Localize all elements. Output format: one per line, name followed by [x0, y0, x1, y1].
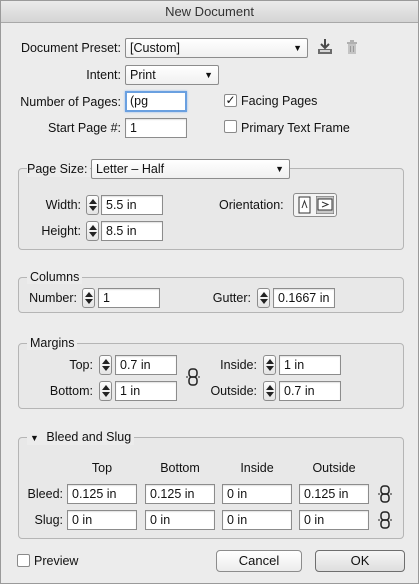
intent-label: Intent: [86, 68, 121, 82]
bleed-label: Bleed: [27, 487, 63, 501]
columns-legend: Columns [27, 270, 83, 284]
start-page-label: Start Page #: [48, 121, 121, 135]
margin-top-label: Top: [69, 358, 93, 372]
window-title: New Document [1, 1, 418, 23]
height-label: Height: [41, 224, 81, 238]
bleed-col-outside: Outside [312, 461, 356, 475]
chevron-down-icon: ▼ [293, 43, 302, 53]
chevron-down-icon: ▼ [204, 70, 213, 80]
save-preset-icon[interactable] [317, 38, 333, 56]
width-stepper[interactable] [86, 195, 99, 215]
column-number-field[interactable]: 1 [98, 288, 160, 308]
intent-value: Print [130, 68, 156, 82]
slug-label: Slug: [34, 513, 64, 527]
margin-inside-field[interactable]: 1 in [279, 355, 341, 375]
chain-link-icon[interactable] [377, 485, 393, 503]
margin-outside-label: Outside: [210, 384, 257, 398]
page-size-dropdown[interactable]: Letter – Half ▼ [91, 159, 290, 179]
width-label: Width: [45, 198, 81, 212]
bleed-outside-field[interactable]: 0.125 in [299, 484, 369, 504]
ok-button[interactable]: OK [315, 550, 405, 572]
facing-pages-label: Facing Pages [241, 94, 318, 108]
slug-outside-field[interactable]: 0 in [299, 510, 369, 530]
gutter-field[interactable]: 0.1667 in [273, 288, 335, 308]
bleed-slug-disclosure[interactable]: ▼ Bleed and Slug [27, 430, 135, 445]
margin-bottom-stepper[interactable] [99, 381, 112, 401]
bleed-bottom-field[interactable]: 0.125 in [145, 484, 215, 504]
facing-pages-checkbox[interactable]: ✓ [224, 94, 237, 107]
page-size-value: Letter – Half [96, 162, 165, 176]
chain-link-icon[interactable] [185, 368, 201, 386]
margins-legend: Margins [27, 336, 78, 350]
slug-bottom-field[interactable]: 0 in [145, 510, 215, 530]
preview-label: Preview [34, 554, 79, 568]
disclosure-triangle-icon: ▼ [30, 433, 39, 443]
margin-inside-stepper[interactable] [263, 355, 276, 375]
gutter-stepper[interactable] [257, 288, 270, 308]
margin-bottom-field[interactable]: 1 in [115, 381, 177, 401]
margin-outside-stepper[interactable] [263, 381, 276, 401]
gutter-label: Gutter: [212, 291, 251, 305]
chevron-down-icon: ▼ [275, 164, 284, 174]
new-document-dialog: New Document Document Preset: [Custom] ▼… [0, 0, 419, 584]
primary-text-frame-label: Primary Text Frame [241, 121, 350, 135]
intent-dropdown[interactable]: Print ▼ [125, 65, 219, 85]
chain-link-icon[interactable] [377, 511, 393, 529]
landscape-icon[interactable] [316, 196, 334, 214]
margin-bottom-label: Bottom: [49, 384, 93, 398]
column-number-label: Number: [29, 291, 77, 305]
number-of-pages-label: Number of Pages: [20, 95, 121, 109]
bleed-top-field[interactable]: 0.125 in [67, 484, 137, 504]
bleed-slug-legend: Bleed and Slug [46, 430, 132, 444]
margins-group [18, 343, 404, 409]
document-preset-dropdown[interactable]: [Custom] ▼ [125, 38, 308, 58]
start-page-field[interactable]: 1 [125, 118, 187, 138]
margin-top-stepper[interactable] [99, 355, 112, 375]
portrait-icon[interactable] [296, 196, 313, 214]
primary-text-frame-checkbox[interactable] [224, 120, 237, 133]
delete-preset-icon[interactable] [345, 39, 359, 55]
cancel-button[interactable]: Cancel [216, 550, 302, 572]
column-number-stepper[interactable] [82, 288, 95, 308]
bleed-col-top: Top [91, 461, 113, 475]
preview-checkbox[interactable] [17, 554, 30, 567]
orientation-label: Orientation: [219, 198, 284, 212]
bleed-inside-field[interactable]: 0 in [222, 484, 292, 504]
bleed-col-inside: Inside [240, 461, 274, 475]
page-size-label: Page Size: [27, 161, 91, 177]
margin-outside-field[interactable]: 0.7 in [279, 381, 341, 401]
document-preset-label: Document Preset: [20, 41, 121, 55]
height-field[interactable]: 8.5 in [101, 221, 163, 241]
margin-inside-label: Inside: [220, 358, 257, 372]
height-stepper[interactable] [86, 221, 99, 241]
width-field[interactable]: 5.5 in [101, 195, 163, 215]
bleed-col-bottom: Bottom [160, 461, 200, 475]
margin-top-field[interactable]: 0.7 in [115, 355, 177, 375]
slug-top-field[interactable]: 0 in [67, 510, 137, 530]
slug-inside-field[interactable]: 0 in [222, 510, 292, 530]
number-of-pages-field[interactable]: (pg count) [125, 91, 187, 112]
document-preset-value: [Custom] [130, 41, 181, 55]
